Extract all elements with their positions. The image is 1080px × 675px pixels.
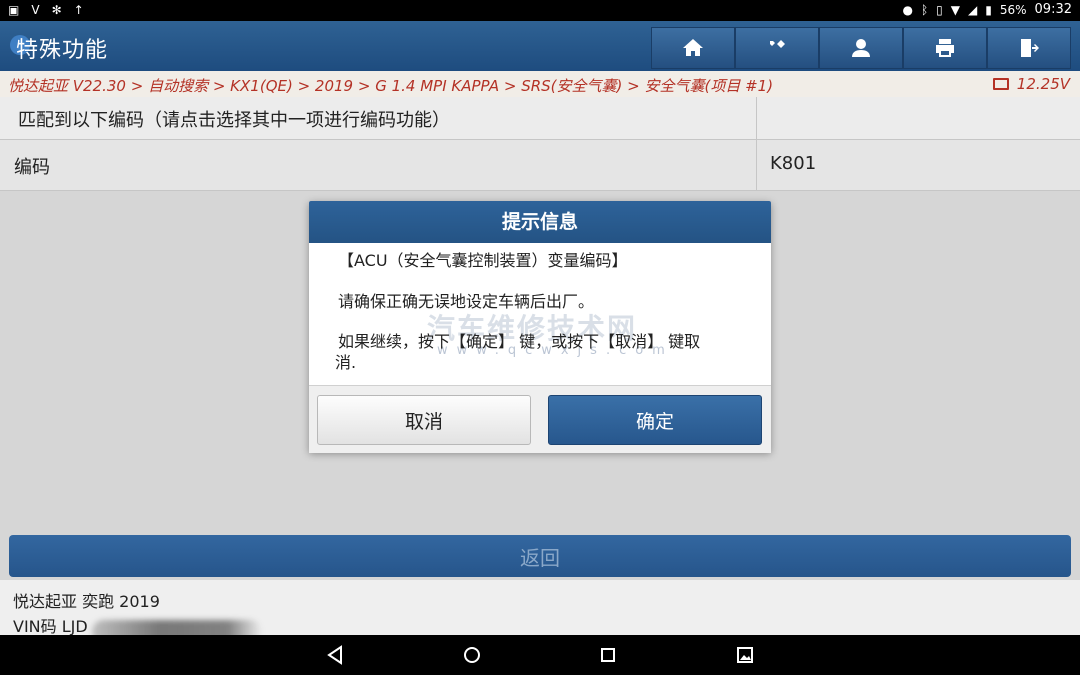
tools-button[interactable]	[735, 27, 819, 69]
home-nav-icon[interactable]	[460, 643, 484, 667]
print-icon	[936, 39, 954, 57]
vehicle-name: 悦达起亚 奕跑 2019	[13, 592, 160, 611]
breadcrumb: 悦达起亚 V22.30 > 自动搜索 > KX1(QE) > 2019 > G …	[8, 77, 774, 95]
confirm-button[interactable]: 确定	[548, 395, 762, 445]
android-nav-bar	[0, 635, 1080, 675]
usb-debug-icon: ᐯ	[31, 3, 40, 17]
back-button[interactable]: 返回	[9, 535, 1071, 577]
table-row[interactable]: 编码 K801	[0, 140, 1080, 191]
upload-icon: ↑	[73, 3, 84, 17]
back-icon[interactable]	[323, 643, 347, 667]
exit-button[interactable]	[987, 27, 1071, 69]
dialog-line-4: 消.	[335, 353, 357, 372]
print-button[interactable]	[903, 27, 987, 69]
battery-percent: 56%	[999, 2, 1027, 17]
home-button[interactable]	[651, 27, 735, 69]
exit-icon	[1021, 39, 1039, 57]
wifi-icon: ▼	[950, 2, 961, 17]
vin-label: VIN码 LJD	[13, 617, 88, 636]
bluetooth-icon: ᛒ	[920, 2, 929, 17]
dialog-line-1: 【ACU（安全气囊控制装置）变量编码】	[338, 251, 628, 270]
voltage-indicator: 12.25V	[992, 75, 1070, 93]
dialog-body: 【ACU（安全气囊控制装置）变量编码】 请确保正确无误地设定车辆后出厂。 汽车维…	[309, 243, 771, 385]
cancel-button[interactable]: 取消	[317, 395, 531, 445]
image-notification-icon: ▣	[8, 3, 20, 17]
recents-icon[interactable]	[596, 643, 620, 667]
car-battery-icon	[992, 78, 1009, 90]
vehicle-info: 悦达起亚 奕跑 2019 VIN码 LJD	[0, 580, 1080, 644]
user-icon	[852, 39, 870, 57]
title-bar: 特殊功能	[0, 21, 1080, 71]
home-icon	[683, 39, 703, 56]
dialog-line-3: 如果继续，按下【确定】 键，或按下【取消】 键取	[338, 332, 701, 351]
location-icon: ●	[902, 2, 913, 17]
screenshot-icon[interactable]	[733, 643, 757, 667]
coding-value: K801	[770, 153, 817, 174]
page-title: 特殊功能	[16, 38, 109, 63]
breadcrumb-bar: 悦达起亚 V22.30 > 自动搜索 > KX1(QE) > 2019 > G …	[0, 71, 1080, 97]
table-header: 匹配到以下编码（请点击选择其中一项进行编码功能）	[18, 110, 450, 131]
clock: 09:32	[1034, 2, 1072, 17]
bluetooth-notification-icon: ✻	[51, 3, 62, 17]
tools-icon	[769, 40, 785, 56]
coding-label: 编码	[14, 157, 50, 178]
table-header-row: 匹配到以下编码（请点击选择其中一项进行编码功能）	[0, 97, 1080, 140]
confirm-dialog: 提示信息 【ACU（安全气囊控制装置）变量编码】 请确保正确无误地设定车辆后出厂…	[309, 201, 771, 453]
voltage-value: 12.25V	[1016, 75, 1070, 93]
signal-icon: ◢	[968, 2, 978, 17]
dialog-footer: 取消 确定	[309, 385, 771, 453]
battery-icon: ▮	[985, 2, 992, 17]
status-bar: ▣ ᐯ ✻ ↑ ● ᛒ ▯ ▼ ◢ ▮ 56% 09:32	[0, 0, 1080, 21]
vibrate-icon: ▯	[936, 2, 943, 17]
dialog-title: 提示信息	[309, 201, 771, 243]
user-button[interactable]	[819, 27, 903, 69]
